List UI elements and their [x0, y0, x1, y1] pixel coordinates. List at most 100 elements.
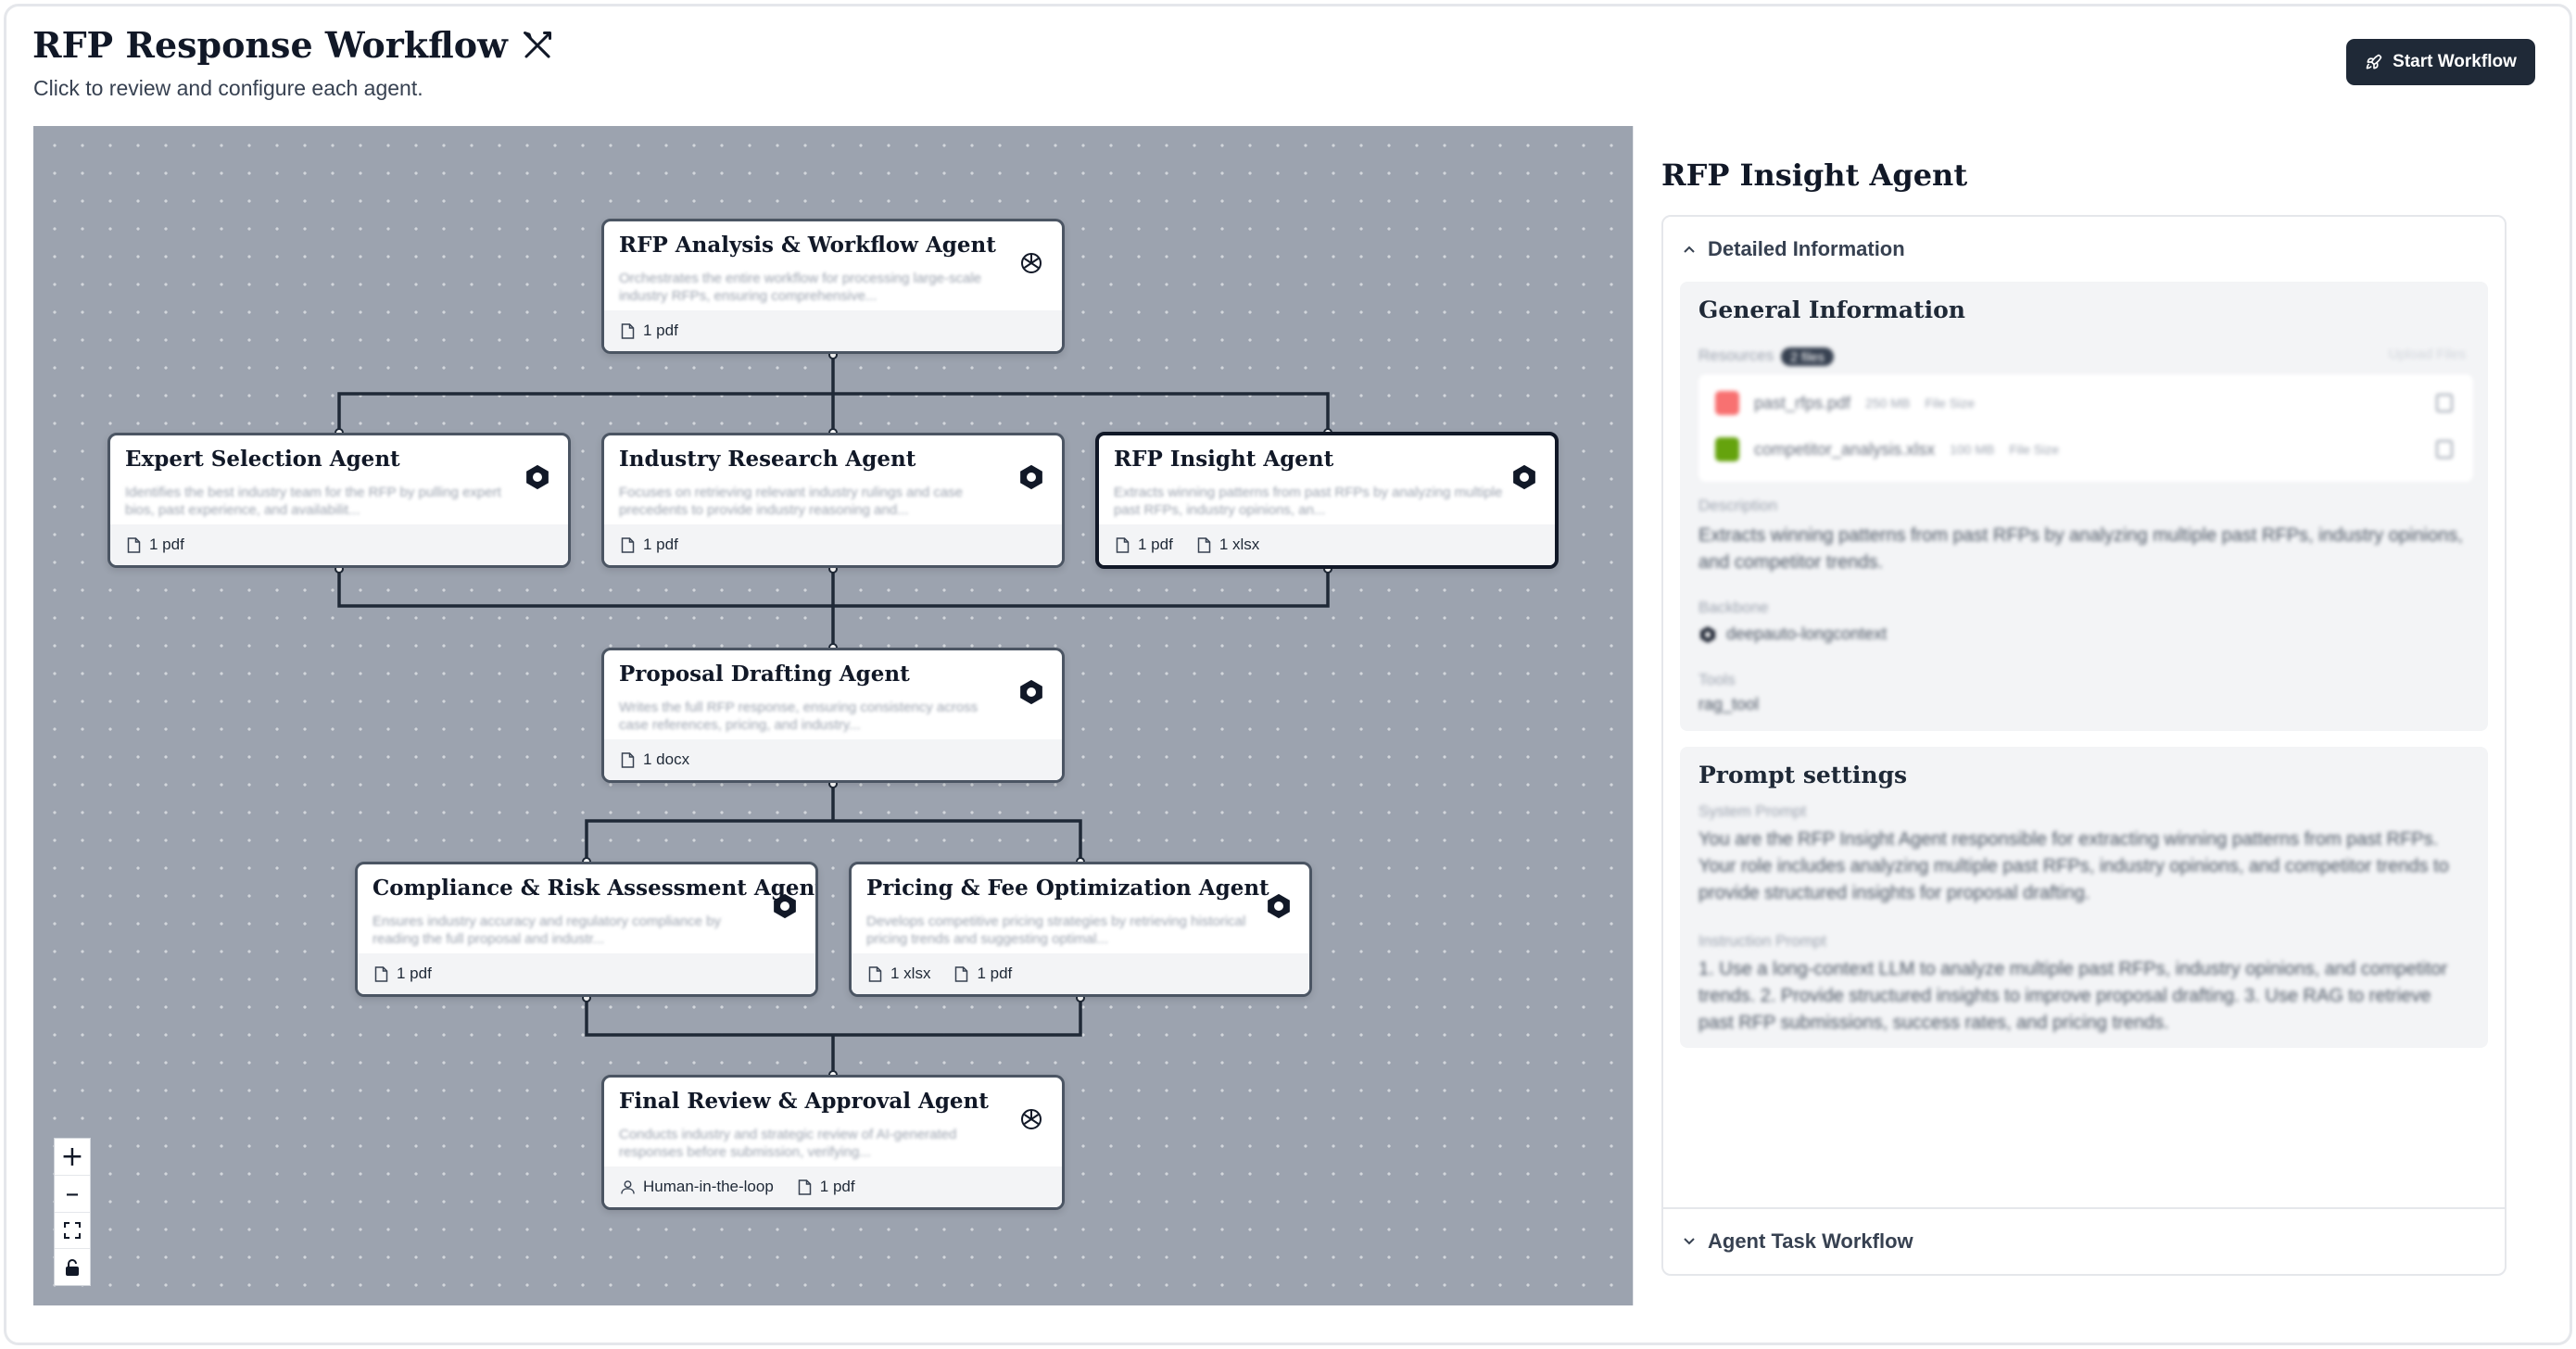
file-icon	[955, 965, 968, 982]
node-description: Orchestrates the entire workflow for pro…	[619, 271, 981, 304]
resource-chip: 1 pdf	[1116, 536, 1173, 554]
file-icon	[127, 536, 141, 553]
agent-node-compliance-risk[interactable]: Compliance & Risk Assessment Agent Ensur…	[355, 862, 818, 997]
trash-icon[interactable]	[2436, 440, 2453, 459]
agent-node-pricing-fee[interactable]: Pricing & Fee Optimization Agent Develop…	[849, 862, 1312, 997]
agent-task-workflow-toggle[interactable]: Agent Task Workflow	[1682, 1229, 1913, 1254]
workflow-canvas[interactable]: RFP Analysis & Workflow Agent Orchestrat…	[33, 126, 1633, 1305]
resource-chip: Human-in-the-loop	[621, 1178, 774, 1196]
file-meta: File Size	[2009, 442, 2060, 457]
prompt-settings-title: Prompt settings	[1698, 762, 1908, 788]
backbone-name: deepauto-longcontext	[1726, 624, 1888, 643]
node-title: RFP Insight Agent	[1114, 447, 1334, 472]
node-description: Conducts industry and strategic review o…	[619, 1127, 957, 1160]
page-title-text: RFP Response Workflow	[32, 24, 508, 66]
section-divider	[1663, 1207, 2505, 1209]
resource-chip: 1 xlsx	[1197, 536, 1259, 554]
lock-icon	[66, 1258, 79, 1276]
zoom-out-button[interactable]: –	[55, 1175, 90, 1213]
lock-button[interactable]	[55, 1249, 90, 1285]
file-item: past_rfps.pdf 250 MB File Size	[1715, 391, 2456, 415]
agent-node-final-review[interactable]: Final Review & Approval Agent Conducts i…	[601, 1075, 1065, 1210]
backbone-label: Backbone	[1698, 599, 1769, 616]
resources-label: Resources 2 files	[1698, 347, 1834, 366]
resource-label: Human-in-the-loop	[643, 1178, 774, 1195]
zoom-in-button[interactable]: +	[55, 1139, 90, 1176]
node-resources: 1 pdf	[110, 524, 568, 565]
agent-node-proposal-drafting[interactable]: Proposal Drafting Agent Writes the full …	[601, 648, 1065, 783]
resource-label: 1 pdf	[643, 536, 678, 553]
resource-label: 1 pdf	[643, 321, 678, 339]
node-title: RFP Analysis & Workflow Agent	[619, 233, 996, 258]
general-information-title: General Information	[1698, 296, 1965, 323]
hexagon-icon	[1700, 625, 1715, 643]
node-resources: 1 docx	[604, 739, 1062, 780]
agent-node-expert-selection[interactable]: Expert Selection Agent Identifies the be…	[107, 433, 571, 568]
node-title: Proposal Drafting Agent	[619, 662, 910, 687]
pdf-file-icon	[1715, 391, 1739, 415]
resource-label: 1 pdf	[1138, 536, 1173, 553]
tools-label: Tools	[1698, 671, 1736, 688]
fit-view-icon	[64, 1221, 81, 1239]
instruction-prompt-label: Instruction Prompt	[1698, 932, 1826, 950]
detailed-info-label: Detailed Information	[1708, 237, 1905, 260]
node-description: Focuses on retrieving relevant industry …	[619, 485, 964, 518]
description-text: Extracts winning patterns from past RFPs…	[1698, 525, 2463, 573]
node-resources: 1 pdf	[358, 953, 815, 994]
agent-detail-panel: RFP Insight Agent Detailed Information G…	[1633, 126, 2535, 1305]
panel-content: Detailed Information General Information…	[1661, 215, 2507, 1276]
node-description: Ensures industry accuracy and regulatory…	[373, 914, 722, 947]
fit-view-button[interactable]	[55, 1212, 90, 1250]
agent-node-industry-research[interactable]: Industry Research Agent Focuses on retri…	[601, 433, 1065, 568]
node-resources: 1 pdf	[604, 524, 1062, 565]
node-description: Identifies the best industry team for th…	[125, 485, 501, 518]
resource-chip: 1 pdf	[127, 536, 184, 554]
system-prompt-text[interactable]: You are the RFP Insight Agent responsibl…	[1698, 826, 2468, 907]
hexagon-icon	[1513, 464, 1535, 490]
general-information-section: General Information Resources 2 files Upl…	[1680, 282, 2488, 731]
node-description: Writes the full RFP response, ensuring c…	[619, 700, 979, 733]
file-icon	[1116, 536, 1130, 553]
file-icon	[374, 965, 388, 982]
resource-label: 1 docx	[643, 750, 690, 768]
node-resources: Human-in-the-loop 1 pdf	[604, 1166, 1062, 1207]
file-item: competitor_analysis.xlsx 100 MB File Siz…	[1715, 437, 2456, 461]
upload-files-link[interactable]: Upload Files	[2389, 347, 2466, 362]
file-name: past_rfps.pdf	[1754, 393, 1851, 412]
chevron-down-icon	[1684, 1238, 1695, 1245]
files-count-badge: 2 files	[1781, 347, 1834, 366]
resource-chip: 1 pdf	[621, 536, 678, 554]
hexagon-icon	[774, 893, 796, 919]
file-size: 250 MB	[1865, 396, 1911, 410]
detailed-info-toggle[interactable]: Detailed Information	[1682, 237, 1905, 261]
backbone-value: deepauto-longcontext	[1698, 621, 2468, 648]
trash-icon[interactable]	[2436, 394, 2453, 412]
user-icon	[621, 1179, 635, 1194]
node-resources: 1 pdf 1 xlsx	[1099, 524, 1555, 565]
file-meta: File Size	[1925, 396, 1975, 410]
tools-icon	[523, 31, 551, 57]
node-title: Final Review & Approval Agent	[619, 1089, 989, 1114]
resource-label: 1 pdf	[977, 964, 1013, 982]
node-title: Industry Research Agent	[619, 447, 916, 472]
resource-chip: 1 xlsx	[868, 964, 930, 983]
agent-node-rfp-insight[interactable]: RFP Insight Agent Extracts winning patte…	[1095, 432, 1559, 569]
instruction-prompt-text[interactable]: 1. Use a long-context LLM to analyze mul…	[1698, 956, 2468, 1037]
resource-chip: 1 pdf	[621, 321, 678, 340]
prompt-settings-section: Prompt settings System Prompt You are th…	[1680, 747, 2488, 1048]
resource-label: 1 pdf	[397, 964, 432, 982]
start-workflow-button[interactable]: Start Workflow	[2346, 39, 2535, 85]
file-list: past_rfps.pdf 250 MB File Size competito…	[1698, 374, 2473, 482]
file-icon	[868, 965, 882, 982]
node-description: Develops competitive pricing strategies …	[866, 914, 1246, 947]
file-icon	[621, 751, 635, 768]
file-name: competitor_analysis.xlsx	[1754, 439, 1936, 459]
rocket-icon	[2366, 54, 2382, 69]
agent-node-rfp-analysis[interactable]: RFP Analysis & Workflow Agent Orchestrat…	[601, 219, 1065, 354]
node-title: Compliance & Risk Assessment Agent	[373, 876, 818, 901]
panel-title: RFP Insight Agent	[1661, 158, 1968, 193]
page-subtitle: Click to review and configure each agent…	[33, 76, 423, 100]
file-icon	[621, 536, 635, 553]
node-resources: 1 xlsx 1 pdf	[852, 953, 1309, 994]
hexagon-icon	[526, 464, 549, 490]
